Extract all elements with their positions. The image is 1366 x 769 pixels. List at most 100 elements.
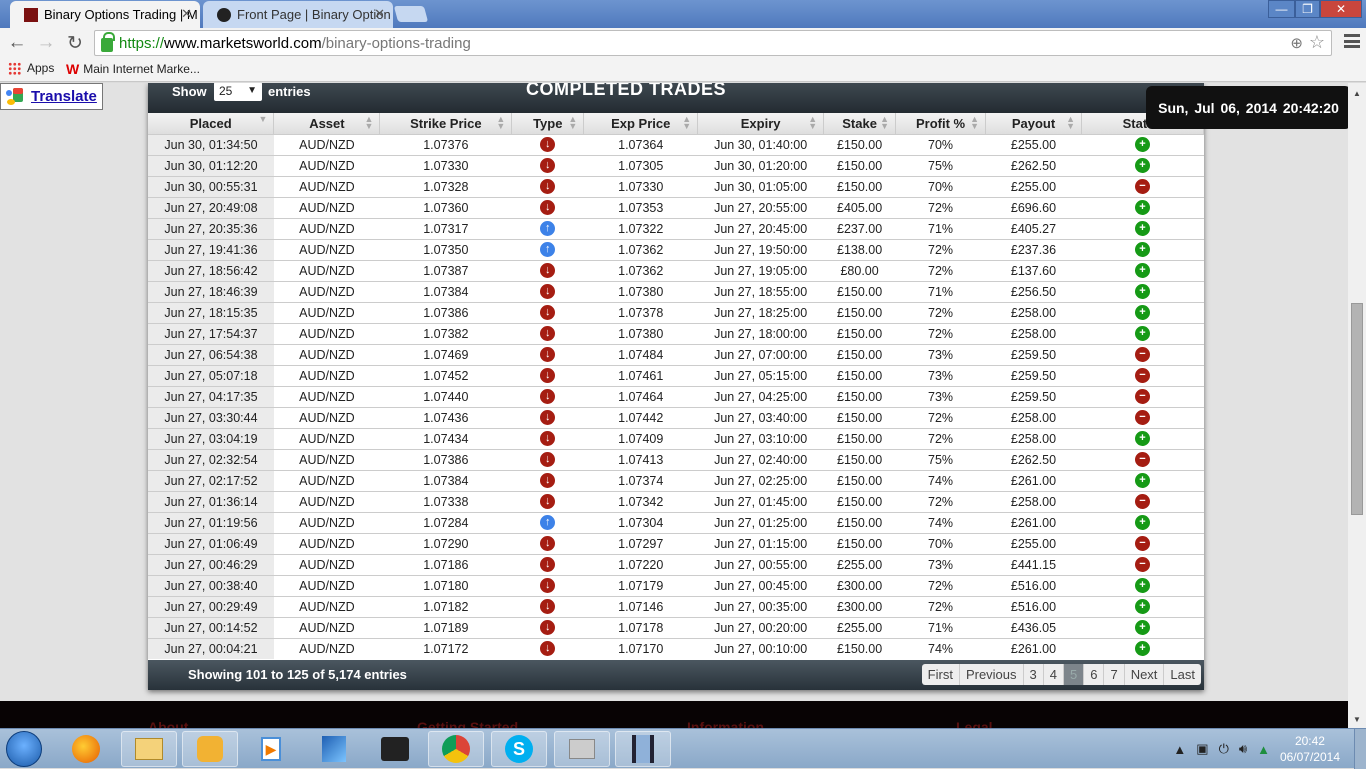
cell-type: ↓ [511,133,584,155]
tab-front-page[interactable]: Front Page | Binary Option ✕ [203,1,393,28]
media-player-icon[interactable]: ▶ [243,731,299,767]
zoom-icon[interactable]: ⊕ [1290,34,1303,52]
movie-maker-icon[interactable] [615,731,671,767]
page-button-previous[interactable]: Previous [960,664,1024,685]
plus-circle-icon: + [1134,158,1150,174]
column-header-strike-price[interactable]: Strike Price ▲ ▼ [379,113,513,134]
page-button-5[interactable]: 5 [1063,664,1085,685]
page-button-last[interactable]: Last [1164,664,1201,685]
arrow-down-circle-icon: ↓ [540,599,556,615]
cell-profit: 75% [895,448,986,470]
cell-payout: £261.00 [985,511,1082,533]
page-scrollbar[interactable]: ▲ ▼ [1348,83,1366,728]
bookmark-main-internet-marketing[interactable]: W Main Internet Marke... [66,61,200,77]
arrow-down-circle-icon: ↓ [540,536,556,552]
page-button-first[interactable]: First [922,664,960,685]
taskbar-clock[interactable]: 20:42 06/07/2014 [1280,733,1340,765]
editor-icon[interactable] [306,731,362,767]
chrome-icon[interactable] [428,731,484,767]
scrollbar-thumb[interactable] [1351,303,1363,515]
google-drive-icon[interactable]: ▲ [1257,742,1270,757]
cell-type: ↓ [511,595,584,617]
cell-profit: 71% [895,616,986,638]
cell-profit: 73% [895,364,986,386]
cell-strike: 1.07317 [379,217,512,239]
arrow-up-circle-icon: ↑ [540,515,556,531]
column-header-expiry[interactable]: Expiry ▲ ▼ [697,113,825,134]
device-manager-icon[interactable] [554,731,610,767]
cell-profit: 73% [895,385,986,407]
scroll-up-icon[interactable]: ▲ [1353,89,1361,98]
cell-status: + [1081,154,1204,176]
column-header-asset[interactable]: Asset ▲ ▼ [273,113,381,134]
volume-icon[interactable]: 🔊︎ [1239,741,1247,757]
column-header-type[interactable]: Type ▲ ▼ [511,113,585,134]
minimize-button[interactable]: — [1268,0,1295,18]
tab-binary-options-trading[interactable]: Binary Options Trading | M ✕ [10,1,200,28]
cell-placed: Jun 27, 03:30:44 [148,406,274,428]
footer-heading-information[interactable]: Information [687,719,764,728]
start-button[interactable] [6,731,42,767]
cell-expiry: Jun 27, 04:25:00 [697,385,824,407]
cell-exp-price: 1.07374 [583,469,698,491]
cell-exp-price: 1.07342 [583,490,698,512]
cell-status: + [1081,511,1204,533]
cell-profit: 72% [895,574,986,596]
menu-icon[interactable] [1344,34,1360,48]
show-desktop-button[interactable] [1354,729,1366,769]
file-explorer-icon[interactable] [121,731,177,767]
skype-icon[interactable]: S [491,731,547,767]
translate-widget[interactable]: Translate [0,83,103,110]
close-window-button[interactable]: ✕ [1320,0,1362,18]
back-button[interactable]: ← [5,32,29,54]
show-hidden-icons-icon[interactable]: ▲ [1173,742,1186,757]
page-button-6[interactable]: 6 [1084,664,1105,685]
column-header-payout[interactable]: Payout ▲ ▼ [985,113,1082,134]
column-header-placed[interactable]: Placed ▼ [148,113,275,134]
cell-stake: £138.00 [823,238,896,260]
restore-button[interactable]: ❐ [1295,0,1320,18]
page-button-next[interactable]: Next [1125,664,1165,685]
sort-icon: ▲▼ [1066,114,1075,131]
save-icon[interactable]: ▣ [1196,741,1208,757]
cell-profit: 73% [895,343,986,365]
power-plug-icon[interactable]: ⏻ [1219,741,1229,757]
cell-status: − [1081,490,1204,512]
reload-button[interactable]: ↻ [63,32,87,54]
control-panel-icon[interactable] [182,731,238,767]
column-header-profit[interactable]: Profit % ▲ ▼ [895,113,987,134]
bookmark-label: Apps [27,61,55,75]
footer-heading-legal[interactable]: Legal [956,719,993,728]
translate-link[interactable]: Translate [31,88,97,105]
cell-payout: £255.00 [985,175,1082,197]
column-header-exp-price[interactable]: Exp Price ▲ ▼ [583,113,699,134]
windows-taskbar: ▶ S ▲ ▣ ⏻ 🔊︎ ▲ 20:42 06/07/2014 [0,728,1366,769]
column-header-label: Type [533,115,563,131]
scroll-down-icon[interactable]: ▼ [1353,715,1361,724]
close-tab-icon[interactable]: ✕ [374,6,385,22]
cell-placed: Jun 27, 05:07:18 [148,364,274,386]
new-tab-button[interactable] [393,6,429,22]
video-camera-icon[interactable] [367,731,423,767]
cell-placed: Jun 27, 01:36:14 [148,490,274,512]
arrow-down-circle-icon: ↓ [540,137,556,153]
column-header-stake[interactable]: Stake ▲ ▼ [823,113,897,134]
cell-asset: AUD/NZD [273,154,380,176]
arrow-down-circle-icon: ↓ [540,557,556,573]
page-button-3[interactable]: 3 [1024,664,1044,685]
forward-button[interactable]: → [34,32,58,54]
footer-heading-getting-started[interactable]: Getting Started [417,719,518,728]
column-header-label: Asset [309,115,345,131]
cell-strike: 1.07290 [379,532,512,554]
close-tab-icon[interactable]: ✕ [181,6,192,22]
entries-per-page-select[interactable]: 25 ▼ [214,83,262,101]
column-header-label: Stake [842,115,877,131]
page-button-7[interactable]: 7 [1104,664,1125,685]
page-button-4[interactable]: 4 [1044,664,1064,685]
cell-stake: £150.00 [823,511,896,533]
firefox-icon[interactable] [58,731,114,767]
footer-heading-about[interactable]: About [148,719,188,728]
address-bar[interactable]: https://www.marketsworld.com/binary-opti… [94,30,1332,56]
bookmark-star-icon[interactable]: ☆ [1309,32,1325,53]
bookmark-apps[interactable]: Apps [8,61,54,75]
